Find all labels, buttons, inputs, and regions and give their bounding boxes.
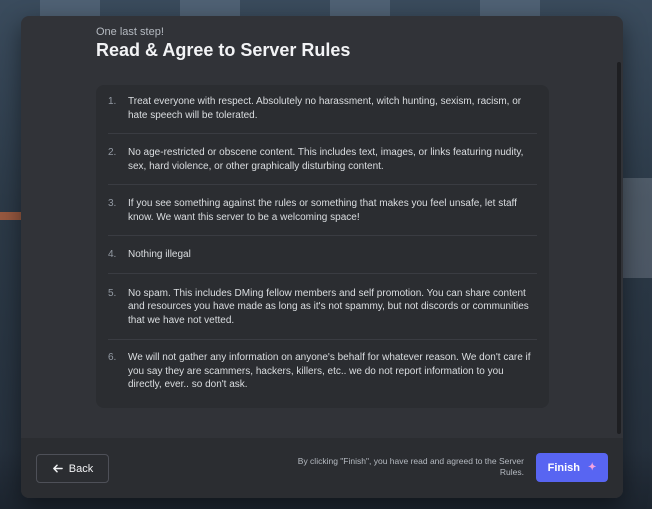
modal-title: Read & Agree to Server Rules: [96, 40, 351, 60]
back-button[interactable]: Back: [36, 454, 109, 483]
rules-list: 1. Treat everyone with respect. Absolute…: [96, 85, 549, 408]
modal-footer: Back By clicking "Finish", you have read…: [21, 438, 623, 498]
rule-text: Treat everyone with respect. Absolutely …: [128, 96, 522, 121]
finish-button[interactable]: Finish ✦: [536, 453, 608, 482]
modal-scrollbar[interactable]: [617, 62, 621, 434]
rule-item: 3. If you see something against the rule…: [108, 185, 537, 236]
agreement-disclaimer: By clicking "Finish", you have read and …: [297, 456, 524, 477]
background-accent: [0, 212, 22, 220]
arrow-left-icon: [52, 464, 63, 473]
rule-text: No spam. This includes DMing fellow memb…: [128, 287, 529, 326]
rule-text: We will not gather any information on an…: [128, 352, 531, 390]
rule-number: 5.: [108, 287, 117, 299]
rule-item: 1. Treat everyone with respect. Absolute…: [108, 85, 537, 134]
rule-item: 5. No spam. This includes DMing fellow m…: [108, 274, 537, 340]
rule-text: Nothing illegal: [128, 249, 191, 260]
rule-number: 4.: [108, 249, 117, 260]
modal-eyebrow: One last step!: [96, 26, 164, 38]
rule-number: 2.: [108, 147, 117, 158]
finish-button-label: Finish: [547, 461, 580, 474]
background-block: [622, 178, 652, 278]
rule-item: 4. Nothing illegal: [108, 236, 537, 274]
rule-number: 1.: [108, 96, 117, 107]
rule-number: 3.: [108, 198, 117, 209]
modal-content: One last step! Read & Agree to Server Ru…: [21, 16, 623, 438]
server-rules-modal: One last step! Read & Agree to Server Ru…: [21, 16, 623, 498]
rule-number: 6.: [108, 352, 117, 363]
sparkle-icon: ✦: [588, 462, 597, 473]
rule-text: If you see something against the rules o…: [128, 198, 517, 223]
rule-item: 2. No age-restricted or obscene content.…: [108, 134, 537, 185]
rule-text: No age-restricted or obscene content. Th…: [128, 147, 524, 172]
back-button-label: Back: [68, 462, 94, 475]
rule-item: 6. We will not gather any information on…: [108, 340, 537, 402]
